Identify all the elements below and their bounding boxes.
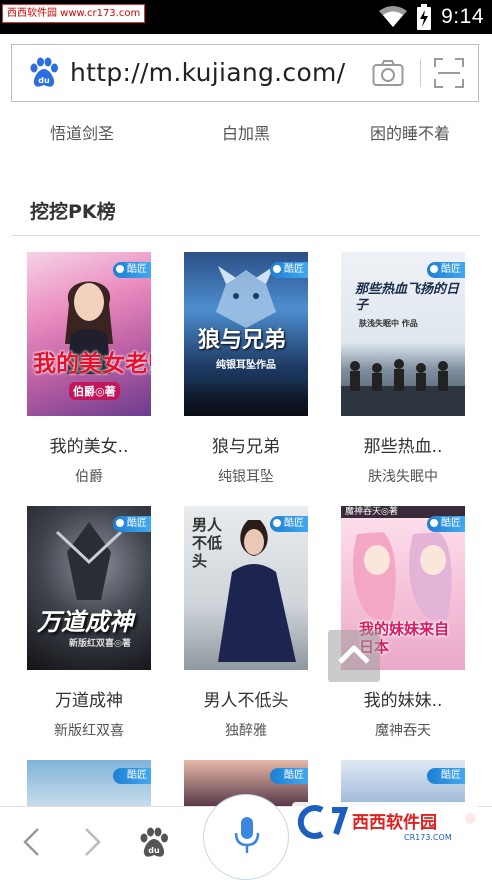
status-bar: 西西软件园 www.cr173.com 9:14 bbox=[0, 0, 492, 34]
cover-author: 纯银耳坠作品 bbox=[216, 360, 276, 371]
cover-author: 新版红双喜◎著 bbox=[69, 639, 131, 649]
book-title[interactable]: 狼与兄弟 bbox=[184, 432, 308, 457]
scroll-to-top-button[interactable] bbox=[328, 630, 380, 682]
svg-text:西西软件园: 西西软件园 bbox=[352, 812, 437, 833]
camera-icon[interactable] bbox=[372, 59, 404, 87]
cover-silhouettes bbox=[184, 380, 308, 416]
baidu-paw-icon[interactable]: du bbox=[138, 827, 170, 859]
book-cover[interactable]: 酷匠 bbox=[27, 760, 151, 806]
cover-author: 肤浅失眠中 作品 bbox=[359, 319, 418, 328]
cover-badge: 酷匠 bbox=[427, 516, 465, 532]
cover-title: 男人不低头 bbox=[192, 516, 223, 570]
url-bar[interactable]: du http://m.kujiang.com/ bbox=[11, 44, 479, 102]
cover-badge: 酷匠 bbox=[113, 516, 151, 532]
url-bar-divider bbox=[420, 59, 421, 87]
cover-badge: 酷匠 bbox=[270, 516, 308, 532]
book-author: 独醉雅 bbox=[225, 723, 267, 739]
book-title[interactable]: 我的美女.. bbox=[27, 432, 151, 457]
cover-badge: 酷匠 bbox=[427, 768, 465, 784]
svg-text:du: du bbox=[148, 846, 160, 855]
book-author: 肤浅失眠中 bbox=[368, 469, 438, 485]
book-author: 伯爵 bbox=[75, 469, 103, 485]
watermark-top: 西西软件园 www.cr173.com bbox=[2, 4, 146, 23]
watermark-logo: 西西软件园 CR173.COM bbox=[292, 802, 478, 842]
microphone-icon bbox=[234, 817, 260, 853]
svg-text:du: du bbox=[38, 76, 50, 85]
chevron-left-icon[interactable] bbox=[20, 827, 44, 857]
book-cover[interactable]: 酷匠 男人不低头 bbox=[184, 506, 308, 670]
baidu-paw-icon[interactable]: du bbox=[28, 57, 60, 89]
battery-charging-icon bbox=[417, 4, 432, 30]
previous-book-title[interactable]: 困的睡不着 bbox=[328, 120, 492, 150]
book-cover[interactable]: 酷匠 我的美女老师 伯爵◎著 bbox=[27, 252, 151, 416]
book-card[interactable]: 酷匠 万道成神 新版红双喜◎著 万道成神 新版红双喜 bbox=[27, 506, 151, 740]
status-time: 9:14 bbox=[441, 5, 484, 28]
cover-badge: 酷匠 bbox=[113, 262, 151, 278]
cover-title: 万道成神 bbox=[37, 608, 133, 636]
book-author: 纯银耳坠 bbox=[218, 469, 274, 485]
cover-illustration bbox=[218, 520, 296, 662]
book-card[interactable]: 酷匠 我的美女老师 伯爵◎著 我的美女.. 伯爵 bbox=[27, 252, 151, 486]
previous-book-title[interactable]: 白加黑 bbox=[164, 120, 328, 150]
book-title[interactable]: 万道成神 bbox=[27, 686, 151, 711]
previous-book-row: 悟道剑圣 白加黑 困的睡不着 bbox=[0, 120, 492, 150]
book-author: 新版红双喜 bbox=[54, 723, 124, 739]
scan-icon[interactable] bbox=[434, 58, 464, 88]
section-divider bbox=[12, 235, 480, 236]
section-title: 挖挖PK榜 bbox=[30, 201, 116, 223]
cover-illustration bbox=[353, 532, 452, 620]
book-card[interactable]: 酷匠 狼与兄弟 纯银耳坠作品 狼与兄弟 纯银耳坠 bbox=[184, 252, 308, 486]
book-cover[interactable]: 酷匠 狼与兄弟 纯银耳坠作品 bbox=[184, 252, 308, 416]
arrow-up-icon bbox=[338, 645, 370, 664]
wifi-icon bbox=[379, 6, 408, 27]
cover-title: 狼与兄弟 bbox=[198, 328, 287, 353]
book-card[interactable]: 魔神吞天◎著 酷匠 我的妹妹来自日本 我的妹妹.. 魔神吞天 bbox=[341, 506, 465, 740]
cover-badge: 酷匠 bbox=[113, 768, 151, 784]
book-author: 魔神吞天 bbox=[375, 723, 431, 739]
cover-author: 伯爵◎著 bbox=[69, 382, 120, 400]
cover-badge: 酷匠 bbox=[270, 262, 308, 278]
book-cover[interactable]: 酷匠 那些热血飞扬的日子 肤浅失眠中 作品 bbox=[341, 252, 465, 416]
cover-badge: 酷匠 bbox=[270, 768, 308, 784]
book-title[interactable]: 那些热血.. bbox=[341, 432, 465, 457]
book-title[interactable]: 男人不低头 bbox=[184, 686, 308, 711]
book-card[interactable]: 酷匠 男人不低头 男人不低头 独醉雅 bbox=[184, 506, 308, 740]
book-card[interactable]: 酷匠 那些热血飞扬的日子 肤浅失眠中 作品 那些热血.. 肤浅失眠中 bbox=[341, 252, 465, 486]
previous-book-title[interactable]: 悟道剑圣 bbox=[0, 120, 164, 150]
chevron-right-icon[interactable] bbox=[80, 827, 104, 857]
book-title[interactable]: 我的妹妹.. bbox=[341, 686, 465, 711]
voice-search-button[interactable] bbox=[203, 794, 289, 880]
book-cover[interactable]: 酷匠 万道成神 新版红双喜◎著 bbox=[27, 506, 151, 670]
cover-title: 那些热血飞扬的日子 bbox=[355, 282, 460, 313]
url-text[interactable]: http://m.kujiang.com/ bbox=[70, 58, 345, 87]
cover-illustration bbox=[341, 359, 465, 416]
cover-title: 我的美女老师 bbox=[33, 351, 151, 377]
cover-badge: 酷匠 bbox=[427, 262, 465, 278]
url-bar-area: du http://m.kujiang.com/ bbox=[0, 34, 492, 118]
svg-text:CR173.COM: CR173.COM bbox=[404, 833, 452, 842]
status-icons: 9:14 bbox=[379, 3, 484, 31]
